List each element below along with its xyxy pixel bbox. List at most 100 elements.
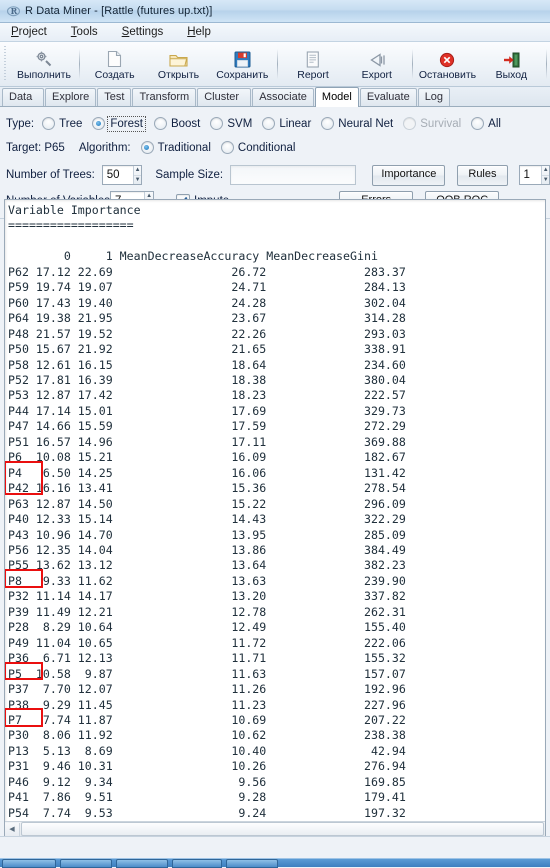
toolbar-separator-3: [412, 49, 413, 79]
scrollbar-thumb[interactable]: [21, 822, 544, 836]
toolbar-open-button[interactable]: Открыть: [147, 42, 211, 86]
stop-red-circle-icon: [439, 48, 455, 68]
radio-type-tree[interactable]: Tree: [42, 117, 82, 130]
toolbar-execute-label: Выполнить: [17, 69, 71, 81]
rules-button[interactable]: Rules: [457, 165, 507, 186]
radio-indicator: [210, 117, 223, 130]
number-of-trees-label: Number of Trees:: [6, 169, 102, 181]
radio-label: SVM: [227, 118, 252, 130]
radio-indicator: [141, 141, 154, 154]
importance-button[interactable]: Importance: [372, 165, 445, 186]
application-window: R R Data Miner - [Rattle (futures up.txt…: [0, 0, 550, 859]
target-label: Target: P65: [6, 142, 65, 154]
radio-indicator: [92, 117, 105, 130]
toolbar-quit-button[interactable]: Выход: [479, 42, 543, 86]
toolbar-report-button[interactable]: Report: [281, 42, 345, 86]
toolbar-quit-label: Выход: [496, 69, 527, 81]
radio-type-linear[interactable]: Linear: [262, 117, 311, 130]
menu-bar: Project Tools Settings Help: [0, 23, 550, 42]
scroll-left-arrow-icon[interactable]: ◀: [5, 823, 20, 836]
number-of-trees-input[interactable]: [103, 166, 133, 184]
output-textview[interactable]: Variable Importance ================== 0…: [4, 199, 546, 837]
stepper-arrows[interactable]: ▲▼: [133, 166, 142, 184]
rules-count-input[interactable]: [520, 166, 542, 184]
stepper-down-icon[interactable]: ▼: [542, 176, 549, 185]
stepper-arrows[interactable]: ▲▼: [541, 166, 549, 184]
toolbar-stop-label: Остановить: [419, 69, 476, 81]
os-taskbar: [0, 858, 550, 867]
radio-indicator: [42, 117, 55, 130]
radio-type-boost[interactable]: Boost: [154, 117, 200, 130]
radio-type-neural-net[interactable]: Neural Net: [321, 117, 393, 130]
radio-type-forest[interactable]: Forest: [92, 117, 144, 130]
radio-label: All: [488, 118, 501, 130]
horizontal-scrollbar[interactable]: ◀: [5, 821, 545, 836]
stepper-down-icon[interactable]: ▼: [134, 176, 142, 185]
radio-type-svm[interactable]: SVM: [210, 117, 252, 130]
tab-model[interactable]: Model: [315, 87, 359, 107]
menu-help[interactable]: Help: [184, 25, 214, 39]
radio-indicator: [471, 117, 484, 130]
toolbar-stop-button[interactable]: Остановить: [416, 42, 480, 86]
radio-label: Survival: [420, 118, 461, 130]
radio-label: Traditional: [158, 142, 211, 154]
radio-label: Forest: [109, 118, 144, 130]
radio-type-all[interactable]: All: [471, 117, 501, 130]
tab-test[interactable]: Test: [97, 88, 131, 106]
stepper-up-icon[interactable]: ▲: [134, 166, 142, 176]
tab-strip: Data Explore Test Transform Cluster Asso…: [0, 87, 550, 107]
tab-data[interactable]: Data: [2, 88, 44, 106]
toolbar-separator-4: [546, 49, 547, 79]
menu-project[interactable]: Project: [8, 25, 50, 39]
toolbar-save-button[interactable]: Сохранить: [210, 42, 274, 86]
export-icon: [368, 48, 386, 68]
toolbar-open-label: Открыть: [158, 69, 199, 81]
sample-size-field[interactable]: [230, 165, 356, 185]
algorithm-label: Algorithm:: [79, 142, 131, 154]
radio-label: Neural Net: [338, 118, 393, 130]
target-algorithm-row: Target: P65 Algorithm: Traditional Condi…: [6, 137, 550, 158]
radio-label: Linear: [279, 118, 311, 130]
main-toolbar: Выполнить Создать Открыть: [0, 42, 550, 87]
radio-label: Boost: [171, 118, 200, 130]
rules-count-stepper[interactable]: ▲▼: [519, 165, 550, 185]
radio-label: Tree: [59, 118, 82, 130]
open-folder-icon: [169, 48, 188, 68]
window-title: R Data Miner - [Rattle (futures up.txt)]: [25, 5, 212, 17]
toolbar-grip[interactable]: [2, 46, 10, 82]
tab-log[interactable]: Log: [418, 88, 450, 106]
tab-cluster[interactable]: Cluster: [197, 88, 251, 106]
toolbar-export-label: Export: [362, 69, 392, 81]
toolbar-new-button[interactable]: Создать: [83, 42, 147, 86]
output-scroll-area: Variable Importance ================== 0…: [5, 200, 545, 822]
tab-explore[interactable]: Explore: [45, 88, 96, 106]
svg-text:R: R: [10, 6, 17, 16]
stepper-up-icon[interactable]: ▲: [542, 166, 549, 176]
toolbar-export-button[interactable]: Export: [345, 42, 409, 86]
type-row: Type: Tree Forest Boost SVM Linear: [6, 113, 550, 134]
tab-evaluate[interactable]: Evaluate: [360, 88, 417, 106]
radio-indicator: [403, 117, 416, 130]
quit-exit-door-icon: [503, 48, 520, 68]
toolbar-new-label: Создать: [95, 69, 135, 81]
toolbar-execute-button[interactable]: Выполнить: [12, 42, 76, 86]
number-of-trees-stepper[interactable]: ▲▼: [102, 165, 143, 185]
r-logo-icon: R: [6, 4, 20, 18]
radio-indicator: [154, 117, 167, 130]
radio-label: Conditional: [238, 142, 296, 154]
radio-algorithm-traditional[interactable]: Traditional: [141, 141, 211, 154]
sample-size-label: Sample Size:: [155, 169, 223, 181]
radio-algorithm-conditional[interactable]: Conditional: [221, 141, 296, 154]
tab-associate[interactable]: Associate: [252, 88, 314, 106]
title-bar: R R Data Miner - [Rattle (futures up.txt…: [0, 0, 550, 23]
toolbar-save-label: Сохранить: [216, 69, 268, 81]
radio-indicator: [221, 141, 234, 154]
sample-size-input[interactable]: [231, 166, 361, 184]
trees-sample-row: Number of Trees: ▲▼ Sample Size: Importa…: [6, 162, 550, 188]
menu-settings[interactable]: Settings: [119, 25, 167, 39]
tab-transform[interactable]: Transform: [132, 88, 196, 106]
menu-tools[interactable]: Tools: [68, 25, 101, 39]
toolbar-report-label: Report: [297, 69, 329, 81]
execute-gear-icon: [35, 48, 53, 68]
type-label: Type:: [6, 118, 34, 130]
